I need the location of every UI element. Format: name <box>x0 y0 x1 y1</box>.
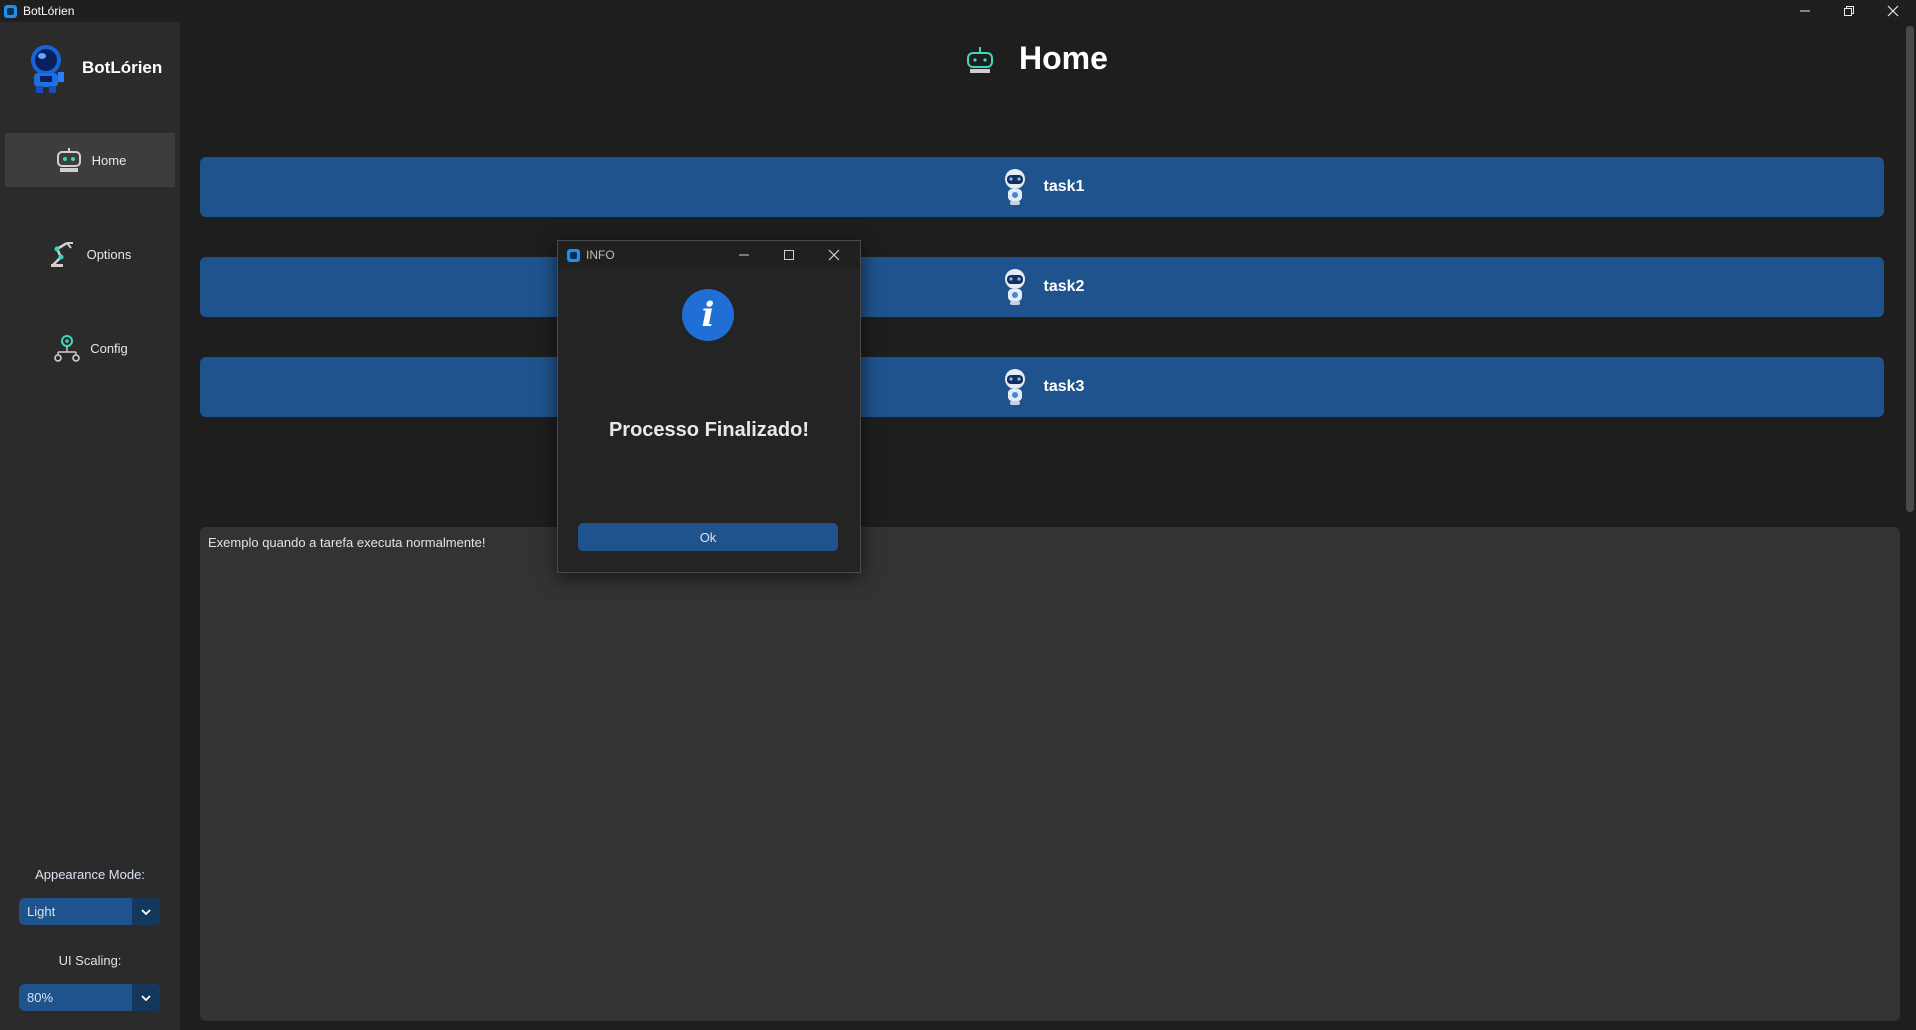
astronaut-logo-icon <box>31 45 64 93</box>
task-label: task3 <box>1043 378 1085 395</box>
sidebar-item-config[interactable]: Config <box>5 321 175 375</box>
app-icon <box>567 248 580 262</box>
robot-icon <box>1004 169 1025 205</box>
task-label: task1 <box>1043 178 1085 195</box>
app-icon <box>4 4 17 18</box>
sidebar-item-label: Config <box>90 340 128 356</box>
dialog-titlebar: INFO <box>558 241 860 269</box>
robot-arm-icon <box>50 241 73 267</box>
log-textbox[interactable]: Exemplo quando a tarefa executa normalme… <box>200 527 1900 1021</box>
restore-button[interactable] <box>1827 0 1871 22</box>
appearance-mode-label: Appearance Mode: <box>35 867 145 882</box>
dialog-title: INFO <box>586 248 615 262</box>
task2-button[interactable]: task2 <box>200 257 1884 317</box>
chevron-down-icon[interactable] <box>132 984 160 1011</box>
ui-scaling-value: 80% <box>27 990 54 1005</box>
dialog-close-button[interactable] <box>814 241 854 269</box>
chevron-down-icon[interactable] <box>132 898 160 925</box>
task3-button[interactable]: task3 <box>200 357 1884 417</box>
info-icon: i <box>682 289 734 341</box>
minimize-icon <box>1800 10 1810 12</box>
minimize-button[interactable] <box>1783 0 1827 22</box>
task1-button[interactable]: task1 <box>200 157 1884 217</box>
dialog-maximize-button[interactable] <box>769 241 809 269</box>
maximize-icon <box>784 250 794 260</box>
brand-name: BotLórien <box>82 58 163 77</box>
ui-scaling-select[interactable]: 80% <box>19 984 160 1011</box>
gear-network-icon <box>54 335 81 362</box>
page-header: Home <box>965 40 1108 77</box>
ok-button[interactable]: Ok <box>578 523 838 551</box>
sidebar: BotLórien Home Options Config Appearance <box>0 22 180 1030</box>
sidebar-item-options[interactable]: Options <box>5 227 175 281</box>
robot-icon <box>1004 369 1025 405</box>
brand: BotLórien <box>26 42 162 94</box>
log-text: Exemplo quando a tarefa executa normalme… <box>208 535 486 550</box>
ui-scaling-label: UI Scaling: <box>58 953 122 968</box>
page-title: Home <box>1019 40 1108 76</box>
window-title: BotLórien <box>23 4 75 18</box>
appearance-mode-value: Light <box>27 904 56 919</box>
restore-icon <box>1844 6 1854 16</box>
robot-head-icon <box>967 46 993 73</box>
scrollbar[interactable] <box>1906 26 1914 512</box>
sidebar-item-label: Options <box>86 246 132 262</box>
close-icon <box>828 249 840 261</box>
robot-head-icon <box>56 148 81 172</box>
close-button[interactable] <box>1871 0 1915 22</box>
sidebar-item-label: Home <box>91 152 127 168</box>
task-label: task2 <box>1043 278 1085 295</box>
sidebar-item-home[interactable]: Home <box>5 133 175 187</box>
info-dialog: INFO i Processo Finalizado! Ok <box>557 240 861 573</box>
minimize-icon <box>739 254 749 256</box>
close-icon <box>1887 5 1899 17</box>
window-titlebar: BotLórien <box>0 0 1916 22</box>
dialog-minimize-button[interactable] <box>724 241 764 269</box>
robot-icon <box>1004 269 1025 305</box>
dialog-message: Processo Finalizado! <box>608 419 810 441</box>
appearance-mode-select[interactable]: Light <box>19 898 160 925</box>
